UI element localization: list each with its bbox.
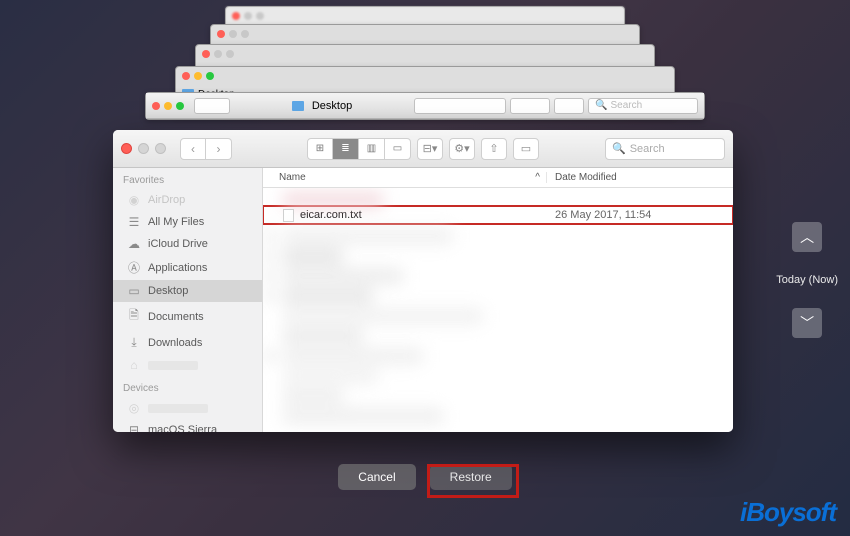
sidebar-item-device[interactable]: ◎ (113, 397, 262, 419)
sidebar-item-icloud[interactable]: ☁iCloud Drive (113, 233, 262, 255)
timeline-up-button[interactable]: ︿ (792, 222, 822, 252)
sidebar-item-home[interactable]: ⌂ (113, 354, 262, 376)
disclosure-icon[interactable]: ▶ (267, 270, 274, 281)
sidebar-item-downloads[interactable]: ⤓Downloads (113, 331, 262, 354)
documents-icon: 🗎 (127, 306, 141, 327)
sort-indicator-icon: ^ (535, 172, 540, 183)
file-date: 26 May 2017, 11:54 (547, 209, 733, 221)
sidebar-item-macos-sierra[interactable]: ⊟macOS Sierra (113, 419, 262, 432)
back-button[interactable]: ‹ (180, 138, 206, 160)
cloud-icon: ☁ (127, 237, 141, 251)
applications-icon: Ⓐ (127, 259, 141, 276)
sidebar-item-desktop[interactable]: ▭Desktop (113, 280, 262, 302)
watermark-logo: iBoysoft (740, 497, 836, 528)
file-name: eicar.com.txt (300, 209, 362, 221)
file-icon (283, 209, 294, 222)
sidebar-item-applications[interactable]: ⒶApplications (113, 255, 262, 280)
minimize-icon[interactable] (138, 143, 149, 154)
search-input[interactable]: 🔍 Search (605, 138, 725, 160)
timeline-down-button[interactable]: ﹀ (792, 308, 822, 338)
home-icon: ⌂ (127, 358, 141, 372)
disclosure-icon[interactable]: ▶ (267, 290, 274, 301)
list-view-button[interactable]: ≣ (333, 138, 359, 160)
gallery-view-button[interactable]: ▭ (385, 138, 411, 160)
cancel-button[interactable]: Cancel (338, 464, 415, 490)
disclosure-icon[interactable]: ▶ (267, 230, 274, 241)
column-header-date[interactable]: Date Modified (547, 172, 733, 183)
share-button[interactable]: ⇧ (481, 138, 507, 160)
downloads-icon: ⤓ (127, 335, 141, 350)
file-row[interactable]: eicar.com.txt 26 May 2017, 11:54 (263, 206, 733, 224)
tags-button[interactable]: ▭ (513, 138, 539, 160)
column-header-name[interactable]: Name^ (263, 172, 547, 183)
action-button[interactable]: ⚙▾ (449, 138, 475, 160)
disc-icon: ◎ (127, 401, 141, 415)
forward-button[interactable]: › (206, 138, 232, 160)
sidebar-section-label: Devices (113, 376, 262, 397)
search-icon: 🔍 (612, 142, 626, 155)
column-view-button[interactable]: ▥ (359, 138, 385, 160)
all-files-icon: ☰ (127, 215, 141, 229)
file-list-pane: Name^ Date Modified eicar.com.txt 26 May… (263, 168, 733, 432)
close-icon[interactable] (121, 143, 132, 154)
disclosure-icon[interactable]: ▶ (267, 250, 274, 261)
ghost-title: Desktop (312, 100, 352, 112)
highlight-box (427, 464, 519, 498)
timeline-label: Today (Now) (776, 274, 838, 286)
desktop-icon: ▭ (127, 284, 141, 298)
sidebar-item-all-my-files[interactable]: ☰All My Files (113, 211, 262, 233)
view-switcher[interactable]: ⊞ ≣ ▥ ▭ (307, 138, 411, 160)
icon-view-button[interactable]: ⊞ (307, 138, 333, 160)
maximize-icon[interactable] (155, 143, 166, 154)
sidebar: Favorites ◉AirDrop ☰All My Files ☁iCloud… (113, 168, 263, 432)
finder-window: ‹ › ⊞ ≣ ▥ ▭ ⊟▾ ⚙▾ ⇧ ▭ 🔍 Search Favorites… (113, 130, 733, 432)
airdrop-icon: ◉ (127, 193, 141, 207)
disk-icon: ⊟ (127, 423, 141, 432)
timeline-control: ︿ Today (Now) ﹀ (776, 222, 838, 338)
sidebar-section-label: Favorites (113, 168, 262, 189)
sidebar-item-documents[interactable]: 🗎Documents (113, 302, 262, 331)
sidebar-item-airdrop[interactable]: ◉AirDrop (113, 189, 262, 211)
arrange-button[interactable]: ⊟▾ (417, 138, 443, 160)
disclosure-icon[interactable]: ▶ (267, 350, 274, 361)
titlebar: ‹ › ⊞ ≣ ▥ ▭ ⊟▾ ⚙▾ ⇧ ▭ 🔍 Search (113, 130, 733, 168)
